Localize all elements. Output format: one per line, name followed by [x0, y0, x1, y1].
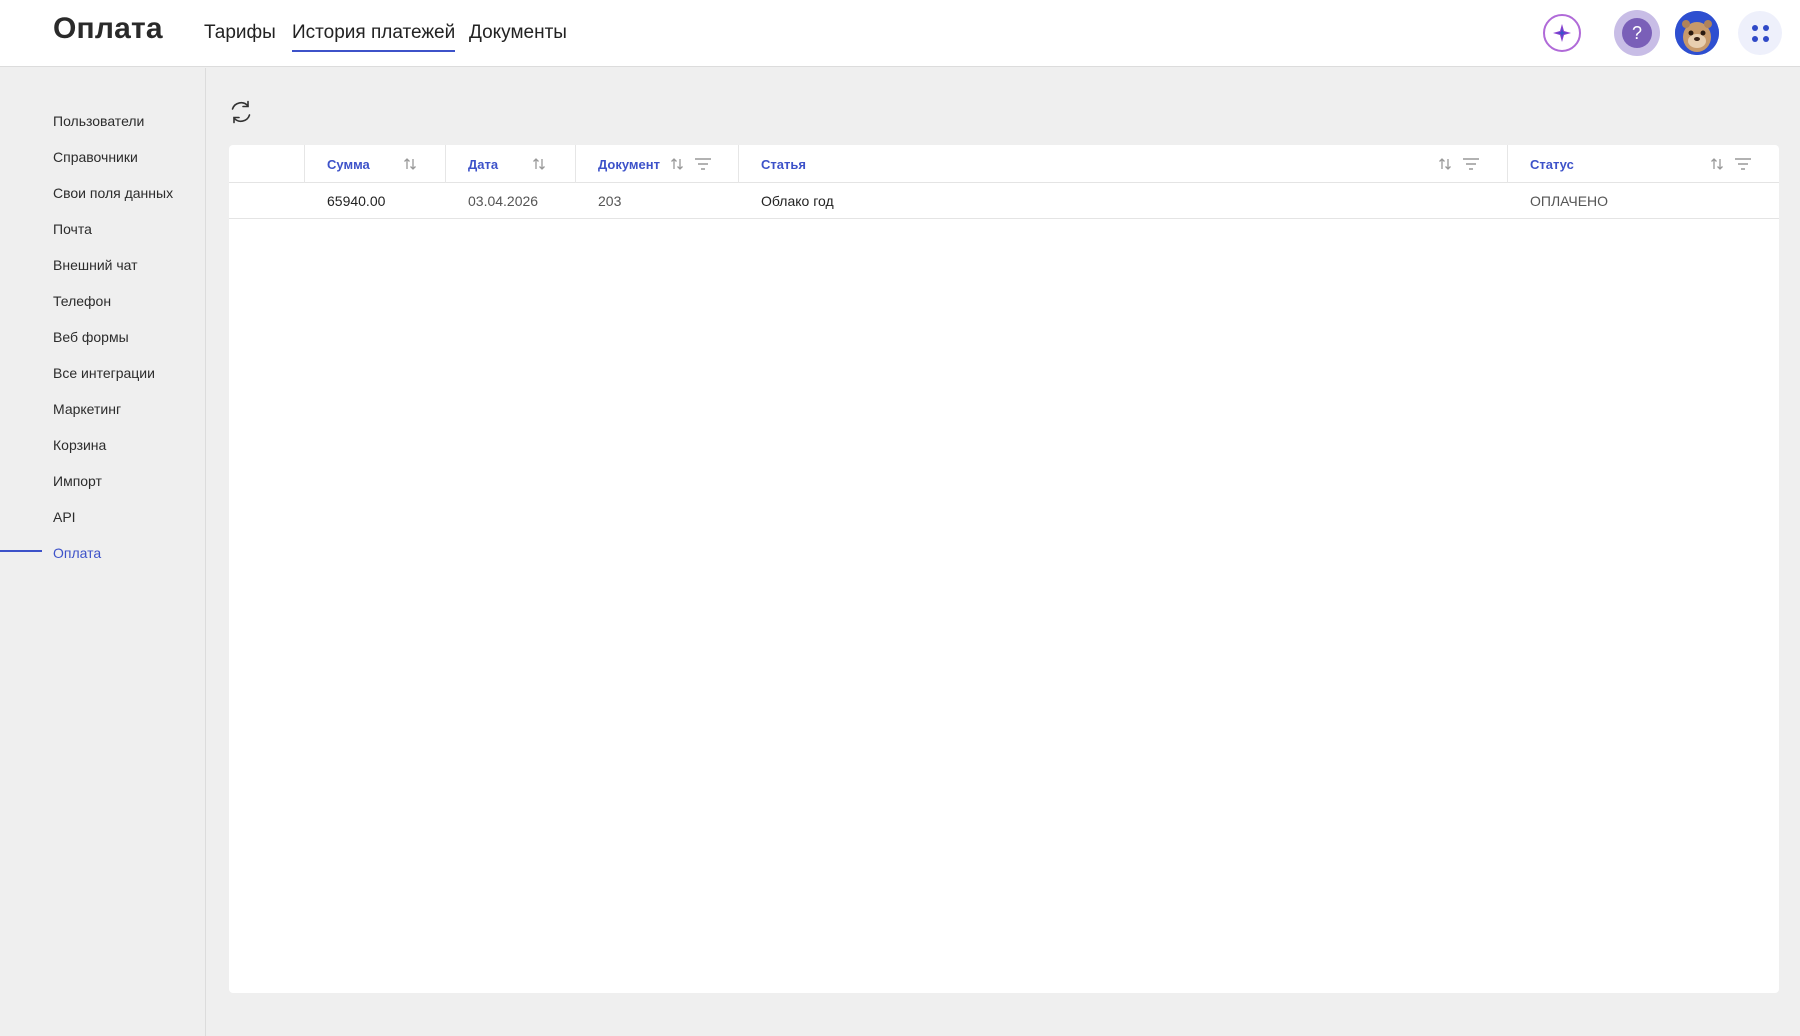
column-header-date[interactable]: Дата	[468, 157, 498, 172]
column-header-status[interactable]: Статус	[1530, 157, 1574, 172]
table-header: Сумма Дата Документ Статья Статус	[229, 145, 1779, 183]
filter-icon[interactable]	[1462, 156, 1480, 172]
refresh-icon	[231, 100, 251, 124]
filter-icon[interactable]	[694, 156, 712, 172]
column-header-amount[interactable]: Сумма	[327, 157, 370, 172]
sidebar-item-marketing[interactable]: Маркетинг	[53, 401, 121, 417]
sidebar-item-trash[interactable]: Корзина	[53, 437, 106, 453]
column-separator	[738, 145, 739, 183]
cell-date: 03.04.2026	[468, 193, 539, 209]
avatar-image	[1675, 11, 1719, 55]
tab-documents[interactable]: Документы	[469, 22, 567, 44]
page-title: Оплата	[53, 12, 163, 45]
sidebar-item-payment[interactable]: Оплата	[53, 545, 101, 561]
top-header: Оплата Тарифы История платежей Документы…	[0, 0, 1800, 67]
tab-tariffs[interactable]: Тарифы	[204, 22, 276, 44]
column-separator	[575, 145, 576, 183]
ai-sparkle-icon	[1553, 24, 1571, 42]
sidebar-item-users[interactable]: Пользователи	[53, 113, 144, 129]
sort-icon[interactable]	[1709, 156, 1725, 172]
sidebar-item-web-forms[interactable]: Веб формы	[53, 329, 129, 345]
sidebar-item-import[interactable]: Импорт	[53, 473, 102, 489]
sidebar-item-mail[interactable]: Почта	[53, 221, 92, 237]
sidebar-active-indicator	[0, 550, 42, 552]
sort-icon[interactable]	[669, 156, 685, 172]
cell-status: ОПЛАЧЕНО	[1530, 193, 1609, 209]
sidebar-item-phone[interactable]: Телефон	[53, 293, 111, 309]
ai-assistant-button[interactable]	[1543, 14, 1581, 52]
sort-icon[interactable]	[402, 156, 418, 172]
cell-document[interactable]: 203	[598, 193, 621, 209]
sidebar-item-custom-fields[interactable]: Свои поля данных	[53, 185, 173, 201]
filter-icon[interactable]	[1734, 156, 1752, 172]
cell-article: Облако год	[761, 193, 834, 209]
column-header-document[interactable]: Документ	[598, 157, 660, 172]
sidebar: Пользователи Справочники Свои поля данны…	[0, 68, 206, 1036]
refresh-button[interactable]	[228, 99, 254, 125]
help-icon: ?	[1622, 18, 1652, 48]
column-header-article[interactable]: Статья	[761, 157, 806, 172]
column-separator	[445, 145, 446, 183]
sidebar-item-integrations[interactable]: Все интеграции	[53, 365, 155, 381]
sidebar-item-api[interactable]: API	[53, 509, 76, 525]
sidebar-item-directories[interactable]: Справочники	[53, 149, 138, 165]
avatar[interactable]	[1675, 11, 1719, 55]
sort-icon[interactable]	[1437, 156, 1453, 172]
cell-amount: 65940.00	[327, 193, 386, 209]
sidebar-item-external-chat[interactable]: Внешний чат	[53, 257, 138, 273]
payments-table: Сумма Дата Документ Статья Статус 65940.…	[229, 145, 1779, 993]
column-separator	[304, 145, 305, 183]
help-button[interactable]: ?	[1614, 10, 1660, 56]
apps-menu-button[interactable]	[1738, 11, 1782, 55]
tab-payment-history[interactable]: История платежей	[292, 22, 456, 52]
sort-icon[interactable]	[531, 156, 547, 172]
table-row[interactable]: 65940.00 03.04.2026 203 Облако год ОПЛАЧ…	[229, 183, 1779, 219]
column-separator	[1507, 145, 1508, 183]
apps-grid-icon	[1751, 24, 1769, 42]
